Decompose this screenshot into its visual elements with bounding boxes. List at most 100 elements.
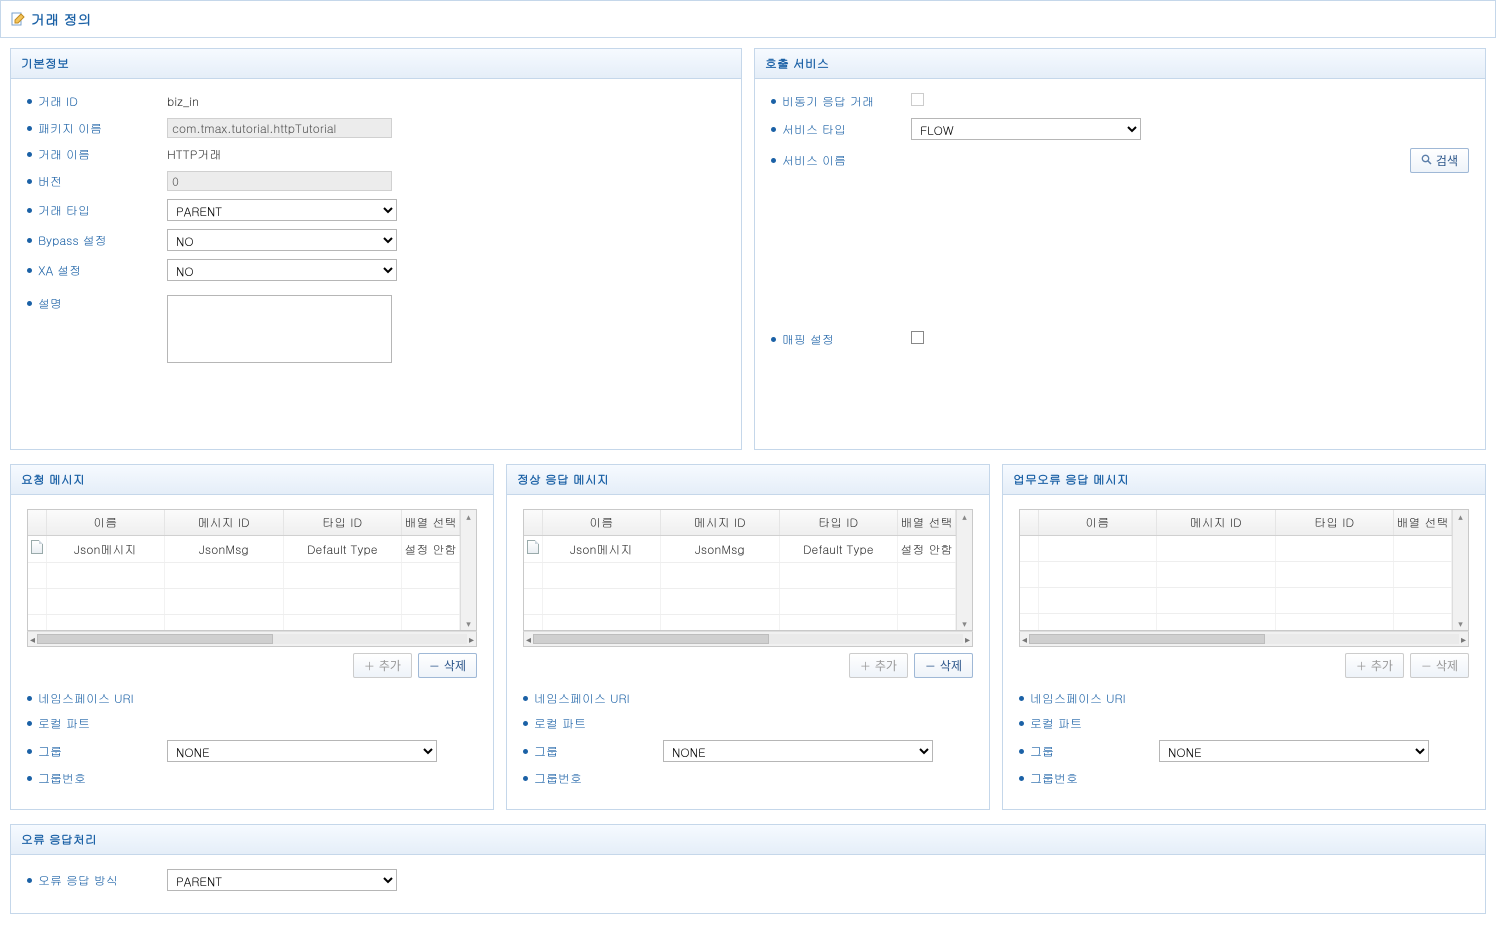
label-group-bizerror-response: 그룹 xyxy=(1030,743,1054,760)
col-msgid: 메시지 ID xyxy=(165,510,284,536)
bullet-icon xyxy=(1019,721,1024,726)
plus-icon: ＋ xyxy=(860,658,871,674)
col-arrsel: 배열 선택 xyxy=(402,510,460,536)
col-msgid: 메시지 ID xyxy=(661,510,780,536)
col-msgid: 메시지 ID xyxy=(1157,510,1276,536)
col-typeid: 타입 ID xyxy=(779,510,898,536)
bullet-icon xyxy=(27,179,32,184)
cell-name: Json메시지 xyxy=(542,536,661,563)
panel-call-header: 호출 서비스 xyxy=(755,49,1485,79)
panel-msg-request: 요청 메시지이름메시지 ID타입 ID배열 선택Json메시지JsonMsgDe… xyxy=(10,464,494,810)
input-version[interactable] xyxy=(167,171,392,191)
checkbox-mapping[interactable] xyxy=(911,331,924,344)
plus-icon: ＋ xyxy=(1356,658,1367,674)
delete-button-request[interactable]: －삭제 xyxy=(418,653,477,678)
bullet-icon xyxy=(1019,749,1024,754)
table-row xyxy=(524,589,956,615)
panel-msg-request-header: 요청 메시지 xyxy=(11,465,493,495)
bullet-icon xyxy=(27,721,32,726)
col-name: 이름 xyxy=(542,510,661,536)
col-name: 이름 xyxy=(46,510,165,536)
table-row[interactable]: Json메시지JsonMsgDefault Type설정 안함 xyxy=(28,536,460,563)
minus-icon: － xyxy=(925,658,936,674)
grid-normal-response[interactable]: 이름메시지 ID타입 ID배열 선택Json메시지JsonMsgDefault … xyxy=(523,509,973,631)
label-xa: XA 설정 xyxy=(38,262,81,279)
select-group-bizerror-response[interactable]: NONE xyxy=(1159,740,1429,762)
bullet-icon xyxy=(27,878,32,883)
table-row[interactable]: Json메시지JsonMsgDefault Type설정 안함 xyxy=(524,536,956,563)
edit-icon xyxy=(11,12,25,26)
cell-arrsel: 설정 안함 xyxy=(898,536,956,563)
label-pkg-name: 패키지 이름 xyxy=(38,120,102,137)
bullet-icon xyxy=(27,301,32,306)
cell-arrsel: 설정 안함 xyxy=(402,536,460,563)
select-txn-type[interactable]: PARENT xyxy=(167,199,397,221)
bullet-icon xyxy=(771,158,776,163)
textarea-desc[interactable] xyxy=(167,295,392,363)
label-nsUri-normal-response: 네임스페이스 URI xyxy=(534,690,630,707)
select-bypass[interactable]: NO xyxy=(167,229,397,251)
table-row xyxy=(28,615,460,631)
label-group-normal-response: 그룹 xyxy=(534,743,558,760)
label-async-resp: 비동기 응답 거래 xyxy=(782,93,874,110)
label-mapping: 매핑 설정 xyxy=(782,331,834,348)
cell-msgid: JsonMsg xyxy=(661,536,780,563)
label-localPart-normal-response: 로컬 파트 xyxy=(534,715,586,732)
label-svc-name: 서비스 이름 xyxy=(782,152,846,169)
add-button-request[interactable]: ＋추가 xyxy=(353,653,412,678)
bullet-icon xyxy=(523,696,528,701)
bullet-icon xyxy=(523,721,528,726)
row-doc-icon xyxy=(31,540,43,554)
select-err-mode[interactable]: PARENT xyxy=(167,869,397,891)
cell-name: Json메시지 xyxy=(46,536,165,563)
content: 기본정보 거래 ID biz_in 패키지 이름 거래 이름 HTTP거래 버전 xyxy=(0,38,1496,938)
select-svc-type[interactable]: FLOW xyxy=(911,118,1141,140)
add-button-bizerror-response[interactable]: ＋추가 xyxy=(1345,653,1404,678)
label-localPart-bizerror-response: 로컬 파트 xyxy=(1030,715,1082,732)
table-row xyxy=(524,615,956,631)
search-button[interactable]: 검색 xyxy=(1410,148,1469,173)
page-title-bar: 거래 정의 xyxy=(0,0,1496,38)
table-row xyxy=(524,563,956,589)
col-arrsel: 배열 선택 xyxy=(1394,510,1452,536)
bullet-icon xyxy=(27,268,32,273)
input-pkg-name[interactable] xyxy=(167,118,392,138)
delete-button-normal-response[interactable]: －삭제 xyxy=(914,653,973,678)
label-txn-name: 거래 이름 xyxy=(38,146,90,163)
grid-bizerror-response[interactable]: 이름메시지 ID타입 ID배열 선택 ▴▾ xyxy=(1019,509,1469,631)
label-version: 버전 xyxy=(38,173,62,190)
panel-error-header: 오류 응답처리 xyxy=(11,825,1485,855)
cell-typeid: Default Type xyxy=(779,536,898,563)
col-name: 이름 xyxy=(1038,510,1157,536)
select-xa[interactable]: NO xyxy=(167,259,397,281)
vscrollbar[interactable]: ▴▾ xyxy=(1452,510,1468,630)
col-typeid: 타입 ID xyxy=(283,510,402,536)
label-err-mode: 오류 응답 방식 xyxy=(38,872,118,889)
bullet-icon xyxy=(27,152,32,157)
hscrollbar[interactable]: ◂▸ xyxy=(27,631,477,647)
hscrollbar[interactable]: ◂▸ xyxy=(1019,631,1469,647)
panel-basic: 기본정보 거래 ID biz_in 패키지 이름 거래 이름 HTTP거래 버전 xyxy=(10,48,742,450)
hscrollbar[interactable]: ◂▸ xyxy=(523,631,973,647)
add-button-normal-response[interactable]: ＋추가 xyxy=(849,653,908,678)
select-group-request[interactable]: NONE xyxy=(167,740,437,762)
label-group-request: 그룹 xyxy=(38,743,62,760)
checkbox-async-resp[interactable] xyxy=(911,93,924,106)
select-group-normal-response[interactable]: NONE xyxy=(663,740,933,762)
page-title-text: 거래 정의 xyxy=(31,9,92,29)
table-row xyxy=(1020,614,1452,631)
bullet-icon xyxy=(27,99,32,104)
bullet-icon xyxy=(523,749,528,754)
vscrollbar[interactable]: ▴▾ xyxy=(956,510,972,630)
label-groupNo-normal-response: 그룹번호 xyxy=(534,770,582,787)
vscrollbar[interactable]: ▴▾ xyxy=(460,510,476,630)
bullet-icon xyxy=(27,238,32,243)
label-localPart-request: 로컬 파트 xyxy=(38,715,90,732)
delete-button-bizerror-response[interactable]: －삭제 xyxy=(1410,653,1469,678)
label-bypass: Bypass 설정 xyxy=(38,232,107,249)
cell-msgid: JsonMsg xyxy=(165,536,284,563)
label-txn-id: 거래 ID xyxy=(38,93,78,110)
grid-request[interactable]: 이름메시지 ID타입 ID배열 선택Json메시지JsonMsgDefault … xyxy=(27,509,477,631)
bullet-icon xyxy=(27,776,32,781)
bullet-icon xyxy=(1019,776,1024,781)
